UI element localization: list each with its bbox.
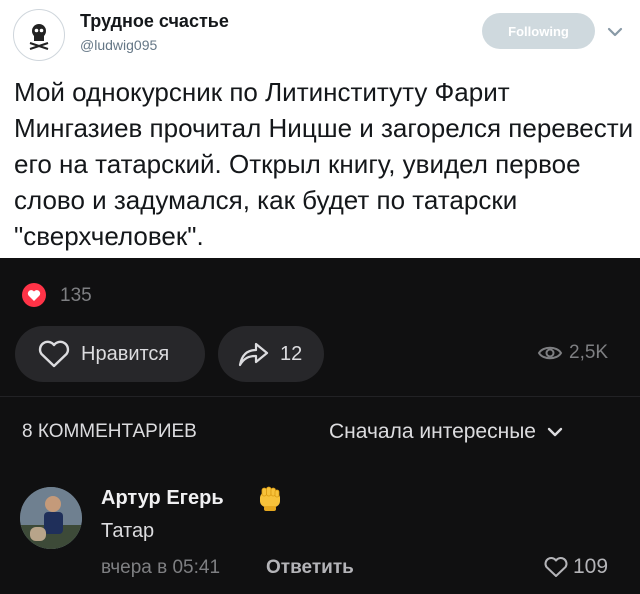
author-handle[interactable]: @ludwig095 — [80, 37, 157, 53]
chevron-down-icon[interactable] — [604, 22, 626, 42]
fist-emoji-icon — [260, 486, 280, 511]
commenter-name[interactable]: Артур Егерь — [101, 487, 224, 510]
heart-outline-icon — [544, 557, 568, 577]
heart-reaction-icon — [22, 283, 46, 307]
comment-time: вчера в 05:41 — [101, 557, 221, 578]
chevron-down-icon — [547, 427, 563, 437]
like-label: Нравится — [81, 342, 170, 365]
share-button[interactable]: 12 — [218, 326, 324, 382]
divider — [0, 396, 640, 397]
sort-dropdown[interactable]: Сначала интересные — [329, 420, 564, 444]
reply-button[interactable]: Ответить — [266, 557, 354, 579]
heart-outline-icon — [38, 340, 70, 368]
like-button[interactable]: Нравится — [15, 326, 205, 382]
sort-label: Сначала интересные — [329, 420, 536, 443]
eye-icon — [537, 346, 563, 360]
tweet-text: Мой однокурсник по Литинституту Фарит Ми… — [14, 77, 634, 251]
skull-logo-icon — [29, 24, 49, 50]
commenter-avatar[interactable] — [20, 487, 82, 549]
share-arrow-icon — [238, 342, 269, 367]
following-button[interactable]: Following — [482, 13, 595, 49]
comments-count: 8 КОММЕНТАРИЕВ — [22, 421, 197, 442]
views-counter: 2,5K — [537, 342, 608, 364]
tweet-card: Трудное счастье @ludwig095 Following Мой… — [0, 0, 640, 258]
views-count: 2,5K — [569, 342, 609, 363]
author-avatar[interactable] — [13, 9, 65, 61]
share-count: 12 — [280, 342, 303, 365]
comment-text: Татар — [101, 520, 155, 542]
comment-like-count: 109 — [573, 555, 609, 578]
reactions-count: 135 — [60, 285, 92, 306]
comment-like-button[interactable]: 109 — [543, 555, 608, 579]
author-name[interactable]: Трудное счастье — [80, 11, 229, 32]
